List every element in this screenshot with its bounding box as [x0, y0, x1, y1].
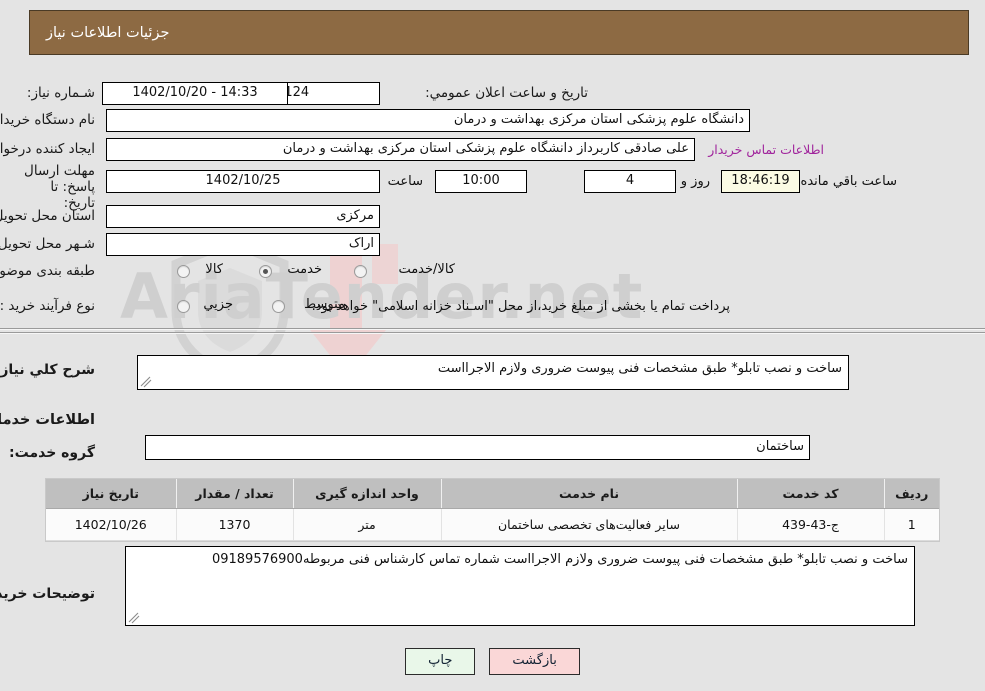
buyer-notes-textarea[interactable]: ساخت و نصب تابلو* طبق مشخصات فنی پیوست ض…: [125, 546, 915, 626]
requester-field[interactable]: علی صادقی کاربرداز دانشگاه علوم پزشکی اس…: [106, 138, 695, 161]
general-desc-textarea[interactable]: ساخت و نصب تابلو* طبق مشخصات فنی پیوست ض…: [137, 355, 849, 390]
section-divider-top-2: [0, 332, 985, 334]
payment-note: پرداخت تمام یا بخشی از مبلغ خرید،از محل …: [311, 299, 730, 314]
category-label-khedmat: خدمت: [287, 262, 322, 277]
city-field[interactable]: اراک: [106, 233, 380, 256]
days-remaining-field[interactable]: 4: [584, 170, 676, 193]
process-radio-jozei[interactable]: [177, 300, 190, 313]
page-root: AriaTender.net جزئیات اطلاعات نیاز شـمار…: [0, 0, 985, 691]
deadline-label: مهلت ارسال پاسخ: تا تاریخ:: [24, 163, 95, 211]
province-label: استان محل تحویل:: [0, 208, 95, 224]
need-number-label: شـماره نیاز:: [26, 85, 95, 101]
th-row-no: ردیف: [883, 479, 939, 509]
service-group-field[interactable]: ساختمان: [145, 435, 810, 460]
category-radio-kala[interactable]: [177, 265, 190, 278]
cell-service-name: سایر فعالیت‌های تخصصی ساختمان: [440, 508, 737, 541]
general-desc-value: ساخت و نصب تابلو* طبق مشخصات فنی پیوست ض…: [437, 361, 842, 376]
buyer-notes-value: ساخت و نصب تابلو* طبق مشخصات فنی پیوست ض…: [211, 552, 908, 567]
category-radio-kala-khedmat[interactable]: [354, 265, 367, 278]
th-quantity: تعداد / مقدار: [175, 479, 293, 509]
days-label: روز و: [680, 174, 710, 189]
category-label-kala-khedmat: کالا/خدمت: [398, 262, 455, 277]
buyer-notes-label: توضیحات خریدار:: [0, 586, 95, 602]
buyer-org-field[interactable]: دانشگاه علوم پزشکی استان مرکزی بهداشت و …: [106, 109, 750, 132]
buyer-contact-link[interactable]: اطلاعات تماس خریدار: [708, 142, 824, 157]
th-service-name: نام خدمت: [440, 479, 737, 509]
services-info-heading: اطلاعات خدمات مورد نیاز: [0, 412, 95, 428]
cell-quantity: 1370: [175, 508, 293, 541]
resize-grip-icon[interactable]: [140, 376, 152, 388]
announce-datetime-field[interactable]: 14:33 - 1402/10/20: [102, 82, 288, 105]
footer-buttons: بازگشت چاپ: [0, 648, 985, 675]
category-label: طبقه بندی موضوعی:: [0, 263, 95, 279]
cell-need-date: 1402/10/26: [46, 508, 176, 541]
watermark-text: AriaTender.net: [120, 260, 644, 333]
back-button[interactable]: بازگشت: [489, 648, 580, 675]
process-label-jozei: جزیي: [203, 297, 233, 312]
services-table-wrap: ردیف کد خدمت نام خدمت واحد اندازه گیری ت…: [45, 478, 940, 542]
cell-row-no: 1: [883, 508, 939, 541]
cell-service-code: ج-43-439: [736, 508, 884, 541]
th-need-date: تاریخ نیاز: [46, 479, 176, 509]
city-label: شـهر محل تحویل:: [0, 236, 95, 252]
resize-grip-icon-notes[interactable]: [128, 612, 140, 624]
th-service-code: کد خدمت: [736, 479, 884, 509]
province-field[interactable]: مرکزی: [106, 205, 380, 228]
deadline-date-field[interactable]: 1402/10/25: [106, 170, 380, 193]
process-radio-motevaset[interactable]: [272, 300, 285, 313]
services-table: ردیف کد خدمت نام خدمت واحد اندازه گیری ت…: [46, 479, 939, 541]
th-unit: واحد اندازه گیری: [292, 479, 441, 509]
hour-label: ساعت: [387, 174, 423, 189]
requester-label: ایجاد کننده درخواست:: [0, 141, 95, 157]
cell-unit: متر: [292, 508, 441, 541]
section-divider-top: [0, 328, 985, 330]
process-label-motevaset: متوسط: [304, 297, 345, 312]
countdown-field: 18:46:19: [721, 170, 800, 193]
buyer-org-label: نام دستگاه خریدار:: [0, 112, 95, 128]
page-title: جزئیات اطلاعات نیاز: [46, 24, 170, 41]
countdown-label: ساعت باقي مانده: [800, 174, 897, 189]
category-radio-khedmat[interactable]: [259, 265, 272, 278]
general-desc-label: شرح کلي نیاز:: [0, 362, 95, 378]
deadline-time-field[interactable]: 10:00: [435, 170, 527, 193]
window-titlebar: جزئیات اطلاعات نیاز: [29, 10, 969, 55]
print-button[interactable]: چاپ: [405, 648, 476, 675]
category-label-kala: کالا: [205, 262, 223, 277]
table-header-row: ردیف کد خدمت نام خدمت واحد اندازه گیری ت…: [46, 479, 939, 509]
announce-datetime-label: تاریخ و ساعت اعلان عمومي:: [425, 85, 588, 101]
process-label: نوع فرآیند خرید :: [0, 298, 95, 314]
service-group-label: گروه خدمت:: [9, 445, 95, 461]
table-row[interactable]: 1 ج-43-439 سایر فعالیت‌های تخصصی ساختمان…: [46, 508, 939, 541]
